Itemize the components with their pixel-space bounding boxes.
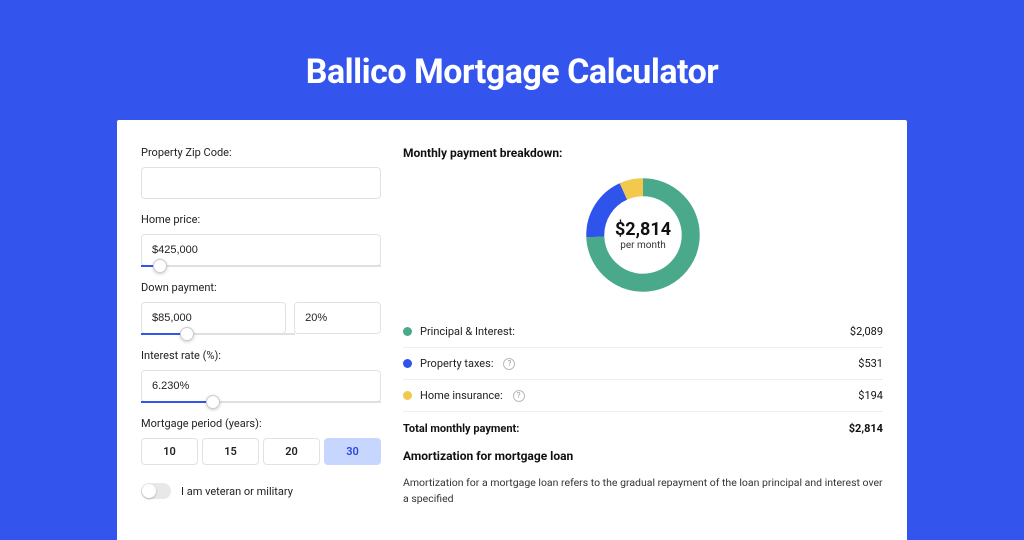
yellow-dot-icon [403,391,412,400]
breakdown-item-amount: $531 [858,357,883,370]
period-option-30[interactable]: 30 [324,438,381,465]
breakdown-title: Monthly payment breakdown: [403,146,883,160]
breakdown-row: Principal & Interest: $2,089 [403,316,883,348]
breakdown-item-label: Principal & Interest: [420,325,515,338]
total-amount: $2,814 [849,422,883,435]
amortization-text: Amortization for a mortgage loan refers … [403,475,883,507]
down-payment-amount-input[interactable] [141,302,286,334]
breakdown-column: Monthly payment breakdown: $2,814 per mo… [403,146,883,540]
home-price-slider[interactable] [141,265,381,267]
breakdown-rows: Principal & Interest: $2,089 Property taxe… [403,316,883,412]
period-option-20[interactable]: 20 [263,438,320,465]
blue-dot-icon [403,359,412,368]
page-title: Ballico Mortgage Calculator [0,52,1024,92]
breakdown-row: Property taxes:? $531 [403,348,883,380]
breakdown-item-amount: $194 [858,389,883,402]
home-price-input[interactable] [141,234,381,266]
calculator-card: Property Zip Code: Home price: Down paym… [117,120,907,540]
slider-thumb[interactable] [153,259,167,273]
down-payment-label: Down payment: [141,281,381,294]
total-label: Total monthly payment: [403,422,519,435]
donut-amount: $2,814 [615,219,671,240]
donut-sub: per month [620,240,666,251]
help-icon[interactable]: ? [503,358,515,370]
donut-center: $2,814 per month [580,172,706,298]
breakdown-item-label: Home insurance: [420,389,503,402]
help-icon[interactable]: ? [513,390,525,402]
down-payment-field-group: Down payment: [141,281,381,335]
period-field-group: Mortgage period (years): 10152030 [141,417,381,465]
zip-field-group: Property Zip Code: [141,146,381,199]
form-column: Property Zip Code: Home price: Down paym… [141,146,381,540]
zip-input[interactable] [141,167,381,199]
interest-field-group: Interest rate (%): [141,349,381,403]
period-option-10[interactable]: 10 [141,438,198,465]
zip-label: Property Zip Code: [141,146,381,159]
breakdown-row: Home insurance:? $194 [403,380,883,412]
interest-input[interactable] [141,370,381,402]
veteran-toggle[interactable] [141,483,171,499]
donut-chart-wrap: $2,814 per month [403,172,883,298]
total-row: Total monthly payment: $2,814 [403,412,883,449]
down-payment-slider[interactable] [141,333,295,335]
slider-thumb[interactable] [180,327,194,341]
period-option-15[interactable]: 15 [202,438,259,465]
breakdown-item-amount: $2,089 [850,325,883,338]
home-price-label: Home price: [141,213,381,226]
home-price-field-group: Home price: [141,213,381,267]
amortization-title: Amortization for mortgage loan [403,449,883,463]
veteran-toggle-row: I am veteran or military [141,483,381,499]
green-dot-icon [403,327,412,336]
interest-slider[interactable] [141,401,381,403]
breakdown-item-label: Property taxes: [420,357,493,370]
period-label: Mortgage period (years): [141,417,381,430]
donut-chart: $2,814 per month [580,172,706,298]
veteran-label: I am veteran or military [181,485,293,498]
down-payment-pct-input[interactable] [294,302,381,334]
toggle-knob [142,484,156,498]
interest-label: Interest rate (%): [141,349,381,362]
period-options: 10152030 [141,438,381,465]
page-root: Ballico Mortgage Calculator Property Zip… [0,0,1024,512]
slider-thumb[interactable] [206,395,220,409]
